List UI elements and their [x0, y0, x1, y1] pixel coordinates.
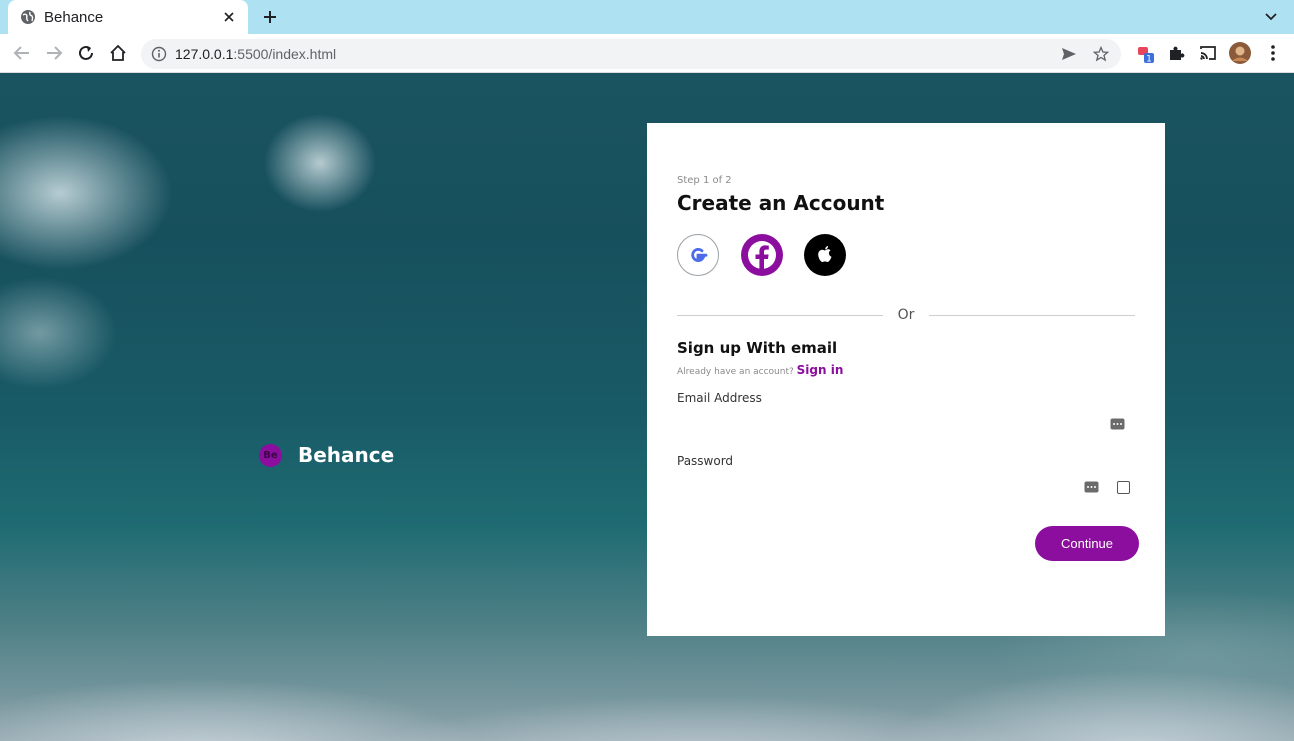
facebook-signup-button[interactable]	[741, 234, 783, 276]
page-title: Create an Account	[677, 191, 885, 215]
extension-badge: 1	[1146, 55, 1152, 65]
divider-left	[677, 315, 883, 316]
star-icon[interactable]	[1091, 44, 1111, 64]
divider-text: Or	[897, 307, 915, 323]
already-account-label: Already have an account?	[677, 367, 794, 377]
menu-button[interactable]	[1261, 41, 1285, 65]
close-icon[interactable]	[220, 8, 238, 26]
password-manager-icon[interactable]	[1083, 480, 1099, 494]
info-icon[interactable]	[151, 46, 167, 62]
extension-button[interactable]: 1	[1135, 41, 1159, 65]
send-icon[interactable]	[1059, 44, 1079, 64]
password-field[interactable]	[677, 473, 1127, 497]
continue-button[interactable]: Continue	[1035, 526, 1139, 561]
google-icon	[691, 247, 708, 262]
signup-card: Step 1 of 2 Create an Account Or Sign up…	[647, 123, 1165, 636]
profile-avatar[interactable]	[1228, 41, 1252, 65]
apple-icon	[818, 246, 832, 263]
home-button[interactable]	[106, 41, 130, 65]
extensions-menu-button[interactable]	[1164, 41, 1188, 65]
forward-button[interactable]	[42, 41, 66, 65]
email-signup-heading: Sign up With email	[677, 339, 838, 357]
browser-tab-strip: Behance	[0, 0, 1294, 34]
behance-logo-text: Be	[263, 449, 278, 461]
apple-signup-button[interactable]	[804, 234, 846, 276]
url-path: :5500/index.html	[233, 46, 337, 62]
back-button[interactable]	[10, 41, 34, 65]
step-indicator: Step 1 of 2	[677, 175, 732, 186]
show-password-checkbox[interactable]	[1117, 481, 1130, 494]
globe-icon	[20, 9, 36, 25]
password-manager-icon[interactable]	[1109, 417, 1125, 431]
browser-tab[interactable]: Behance	[8, 0, 248, 34]
kebab-menu-icon	[1271, 45, 1275, 61]
behance-logo: Be	[259, 443, 282, 467]
facebook-icon	[748, 241, 776, 271]
new-tab-button[interactable]	[258, 6, 282, 28]
puzzle-icon	[1170, 46, 1185, 60]
url-host: 127.0.0.1	[175, 46, 234, 62]
cast-button[interactable]	[1196, 41, 1220, 65]
already-account-text: Already have an account? Sign in	[677, 363, 843, 377]
avatar-icon	[1229, 42, 1251, 64]
url-text[interactable]: 127.0.0.1:5500/index.html	[175, 46, 1047, 62]
page-background: Be Behance Step 1 of 2 Create an Account…	[0, 73, 1294, 741]
google-signup-button[interactable]	[677, 234, 719, 276]
email-field[interactable]	[677, 409, 1127, 433]
reload-button[interactable]	[74, 41, 98, 65]
browser-toolbar: 127.0.0.1:5500/index.html 1	[0, 34, 1294, 73]
password-label: Password	[677, 454, 734, 468]
arrow-left-icon	[13, 46, 29, 60]
chevron-down-icon[interactable]	[1262, 8, 1280, 26]
sign-in-link[interactable]: Sign in	[797, 363, 844, 377]
reload-icon	[79, 45, 93, 60]
arrow-right-icon	[47, 46, 63, 60]
email-label: Email Address	[677, 391, 762, 405]
divider-right	[929, 315, 1135, 316]
brand: Be Behance	[259, 443, 394, 467]
brand-name: Behance	[298, 443, 395, 467]
tab-title: Behance	[44, 8, 104, 26]
extension-icon: 1	[1138, 47, 1154, 65]
home-icon	[110, 44, 126, 61]
cast-icon	[1200, 46, 1216, 60]
address-bar[interactable]: 127.0.0.1:5500/index.html	[141, 39, 1121, 69]
